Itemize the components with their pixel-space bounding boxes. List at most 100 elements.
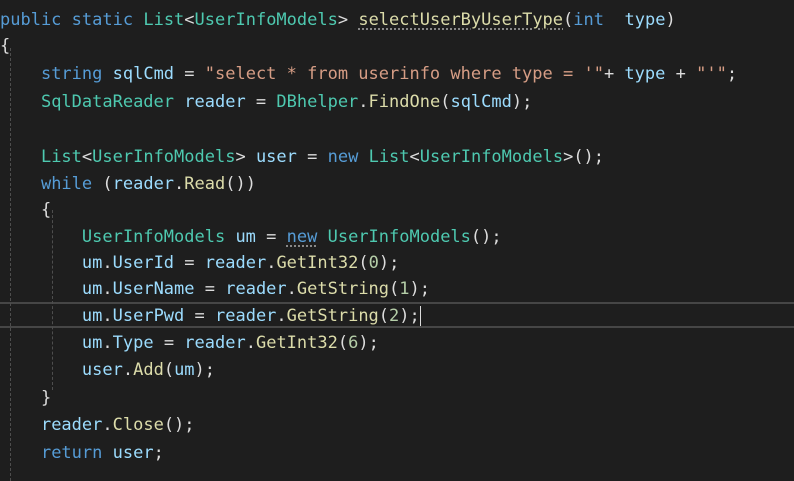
code-token: int: [573, 10, 604, 30]
code-token: .: [174, 174, 185, 194]
code-token: um: [81, 306, 103, 326]
code-line[interactable]: user.Add(um);: [0, 357, 794, 384]
code-line[interactable]: um.UserId = reader.GetInt32(0);: [0, 250, 794, 277]
code-token: reader: [225, 279, 287, 299]
code-token: ();: [470, 227, 502, 247]
code-token: (: [378, 306, 390, 326]
code-line[interactable]: {: [0, 197, 794, 224]
code-token: ;: [726, 64, 738, 84]
code-line[interactable]: public static List<UserInfoModels> selec…: [0, 7, 794, 34]
code-line[interactable]: string sqlCmd = "select * from userinfo …: [0, 61, 794, 88]
code-token: =: [245, 92, 277, 112]
code-token: return: [40, 443, 103, 463]
code-token: UserInfoModels: [419, 147, 564, 167]
code-token: um: [235, 227, 256, 247]
code-token: .: [102, 279, 113, 299]
code-token: .: [266, 253, 277, 273]
code-token: selectUserByUserType: [358, 10, 564, 30]
code-token: (: [92, 174, 113, 194]
code-token: UserId: [112, 253, 175, 273]
code-token: public: [0, 10, 62, 30]
code-token: GetInt32: [255, 333, 338, 353]
code-token: {: [40, 200, 52, 220]
code-line[interactable]: um.UserPwd = reader.GetString(2);: [0, 303, 794, 330]
code-token: {: [0, 36, 11, 56]
code-line[interactable]: while (reader.Read()): [0, 171, 794, 198]
code-token: 1: [399, 279, 410, 299]
code-token: ): [665, 10, 676, 30]
code-token: Read: [184, 174, 226, 194]
code-token: um: [174, 360, 195, 380]
code-token: (: [563, 10, 574, 30]
code-token: ();: [163, 415, 195, 435]
code-token: 6: [348, 333, 359, 353]
code-token: .: [245, 333, 256, 353]
code-token: .: [102, 333, 113, 353]
code-line[interactable]: }: [0, 385, 794, 412]
code-token: );: [511, 92, 533, 112]
code-token: <: [81, 147, 93, 167]
code-line[interactable]: um.UserName = reader.GetString(1);: [0, 276, 794, 303]
code-token: .: [102, 415, 113, 435]
code-line[interactable]: List<UserInfoModels> user = new List<Use…: [0, 144, 794, 171]
code-token: =: [194, 279, 226, 299]
code-line[interactable]: UserInfoModels um = new UserInfoModels()…: [0, 224, 794, 251]
code-token: (: [389, 279, 400, 299]
code-token: >: [337, 10, 359, 30]
code-token: reader: [184, 92, 246, 112]
code-token: (: [337, 333, 349, 353]
code-token: .: [358, 92, 369, 112]
code-token: (: [163, 360, 175, 380]
code-token: GetInt32: [276, 253, 359, 273]
code-token: "select * from userinfo where type = '": [204, 64, 604, 84]
code-line[interactable]: reader.Close();: [0, 412, 794, 439]
code-line[interactable]: SqlDataReader reader = DBhelper.FindOne(…: [0, 89, 794, 116]
code-token: }: [40, 388, 52, 408]
code-token: UserInfoModels: [92, 147, 236, 167]
code-token: SqlDataReader: [40, 92, 175, 112]
code-editor[interactable]: public static List<UserInfoModels> selec…: [0, 0, 794, 481]
code-token: new: [286, 227, 318, 247]
code-token: static: [71, 10, 134, 30]
code-line[interactable]: return user;: [0, 440, 794, 467]
code-token: >();: [563, 147, 605, 167]
code-token: DBhelper: [276, 92, 359, 112]
code-token: Close: [112, 415, 164, 435]
code-token: type: [624, 10, 666, 30]
code-line[interactable]: um.Type = reader.GetInt32(6);: [0, 330, 794, 357]
code-token: um: [81, 253, 103, 273]
code-line[interactable]: [0, 117, 794, 144]
code-token: GetString: [286, 306, 379, 326]
code-token: );: [378, 253, 400, 273]
code-token: =: [255, 227, 287, 247]
code-token: );: [358, 333, 379, 353]
code-token: reader: [184, 333, 246, 353]
code-token: um: [81, 333, 103, 353]
code-token: UserInfoModels: [81, 227, 226, 247]
code-token: new: [327, 147, 359, 167]
code-token: );: [399, 306, 420, 326]
code-token: user: [255, 147, 297, 167]
text-caret: [419, 306, 421, 326]
code-line[interactable]: {: [0, 33, 794, 60]
code-token: reader: [204, 253, 267, 273]
code-token: List: [143, 10, 185, 30]
code-token: sqlCmd: [112, 64, 175, 84]
